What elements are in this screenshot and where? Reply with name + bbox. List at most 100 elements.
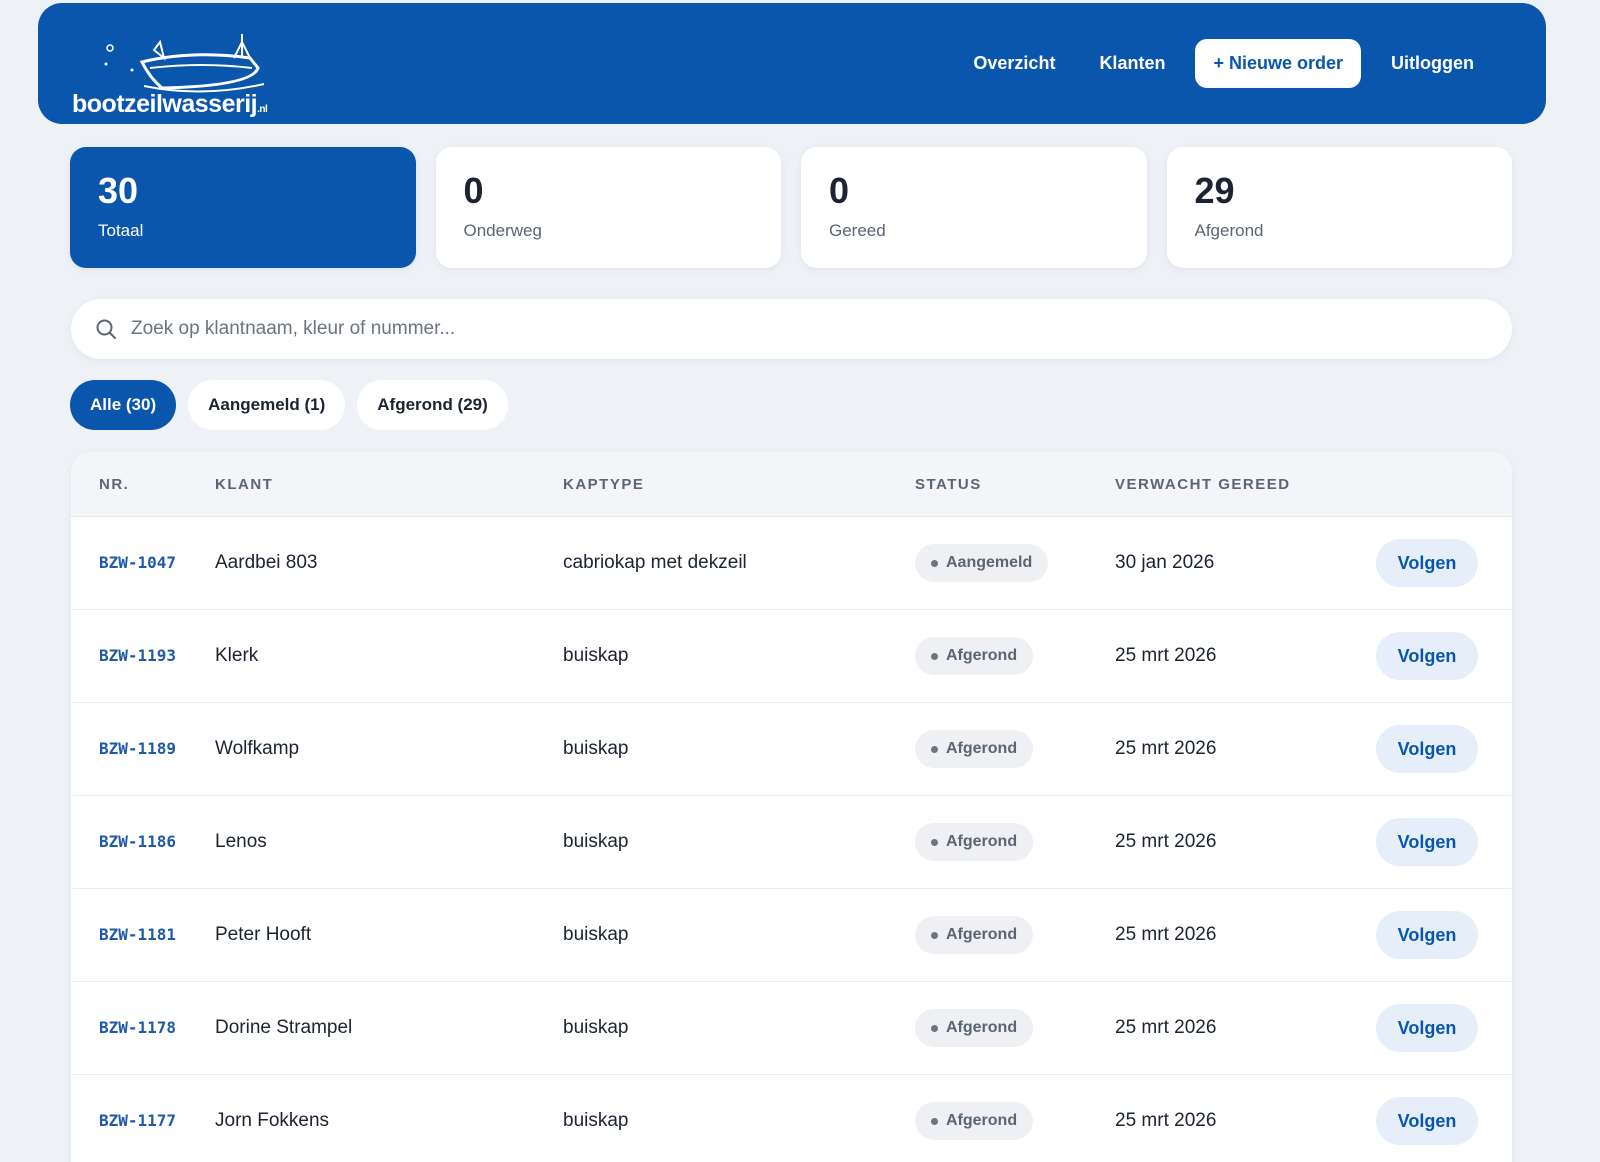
status-badge: Aangemeld: [915, 544, 1049, 582]
status-badge: Afgerond: [915, 916, 1034, 954]
table-row[interactable]: BZW-1178 Dorine Strampel buiskap Afgeron…: [71, 982, 1512, 1075]
follow-button[interactable]: Volgen: [1376, 1097, 1478, 1145]
filter-afgerond[interactable]: Afgerond (29): [357, 380, 508, 430]
main-nav: Overzicht Klanten + Nieuwe order Uitlogg…: [951, 39, 1496, 88]
table-row[interactable]: BZW-1189 Wolfkamp buiskap Afgerond 25 mr…: [71, 703, 1512, 796]
status-dot-icon: [931, 838, 938, 846]
status-label: Afgerond: [946, 647, 1018, 664]
follow-button[interactable]: Volgen: [1376, 539, 1478, 587]
col-header-gereed[interactable]: VERWACHT GEREED: [1115, 476, 1349, 493]
cover-type: buiskap: [563, 738, 629, 759]
status-badge: Afgerond: [915, 1009, 1034, 1047]
cover-type: buiskap: [563, 924, 629, 945]
stat-value: 0: [463, 170, 484, 211]
cover-type: buiskap: [563, 1110, 629, 1131]
follow-button[interactable]: Volgen: [1376, 911, 1478, 959]
cover-type: buiskap: [563, 831, 629, 852]
customer-name: Peter Hooft: [215, 924, 312, 945]
order-number[interactable]: BZW-1189: [99, 739, 176, 758]
table-row[interactable]: BZW-1047 Aardbei 803 cabriokap met dekze…: [71, 517, 1512, 610]
status-badge: Afgerond: [915, 1102, 1034, 1140]
table-row[interactable]: BZW-1193 Klerk buiskap Afgerond 25 mrt 2…: [71, 610, 1512, 703]
follow-button[interactable]: Volgen: [1376, 1004, 1478, 1052]
customer-name: Dorine Strampel: [215, 1017, 353, 1038]
status-dot-icon: [931, 931, 938, 939]
filter-alle[interactable]: Alle (30): [70, 380, 177, 430]
cover-type: buiskap: [563, 1017, 629, 1038]
status-label: Afgerond: [946, 740, 1018, 757]
nav-overzicht[interactable]: Overzicht: [951, 53, 1077, 74]
table-row[interactable]: BZW-1181 Peter Hooft buiskap Afgerond 25…: [71, 889, 1512, 982]
customer-name: Jorn Fokkens: [215, 1110, 330, 1131]
follow-button[interactable]: Volgen: [1376, 725, 1478, 773]
status-dot-icon: [931, 1024, 938, 1032]
status-dot-icon: [931, 1117, 938, 1125]
expected-date: 25 mrt 2026: [1115, 1110, 1217, 1131]
logo-suffix: .nl: [257, 103, 268, 115]
new-order-button[interactable]: + Nieuwe order: [1195, 39, 1361, 88]
filter-chips: Alle (30) Aangemeld (1) Afgerond (29): [70, 380, 508, 430]
col-header-klant[interactable]: KLANT: [215, 476, 563, 493]
order-number[interactable]: BZW-1047: [99, 553, 176, 572]
search-input[interactable]: [131, 318, 1431, 340]
expected-date: 25 mrt 2026: [1115, 924, 1217, 945]
status-label: Afgerond: [946, 833, 1018, 850]
col-header-nr[interactable]: NR.: [71, 476, 215, 493]
stat-card-afgerond[interactable]: 29 Afgerond: [1166, 147, 1512, 268]
brand-logo[interactable]: bootzeilwasserij.nl: [72, 14, 302, 118]
status-dot-icon: [931, 559, 938, 567]
expected-date: 25 mrt 2026: [1115, 831, 1217, 852]
order-number[interactable]: BZW-1178: [99, 1018, 176, 1037]
boat-icon: [104, 33, 265, 92]
logo-wordmark: bootzeilwasserij: [72, 89, 258, 118]
table-header: NR. KLANT KAPTYPE STATUS VERWACHT GEREED: [71, 452, 1512, 517]
stats-row: 30 Totaal 0 Onderweg 0 Gereed 29 Afgeron…: [70, 147, 1512, 268]
status-dot-icon: [931, 652, 938, 660]
expected-date: 25 mrt 2026: [1115, 645, 1217, 666]
stat-label: Afgerond: [1194, 221, 1264, 240]
customer-name: Lenos: [215, 831, 267, 852]
customer-name: Klerk: [215, 645, 259, 666]
status-label: Afgerond: [946, 926, 1018, 943]
order-number[interactable]: BZW-1177: [99, 1111, 176, 1130]
orders-table: NR. KLANT KAPTYPE STATUS VERWACHT GEREED…: [71, 452, 1512, 1162]
status-badge: Afgerond: [915, 823, 1034, 861]
stat-label: Gereed: [829, 221, 886, 240]
stat-value: 0: [829, 170, 850, 211]
logo-text: bootzeilwasserij.nl: [72, 89, 268, 119]
stat-label: Totaal: [98, 221, 144, 240]
expected-date: 25 mrt 2026: [1115, 1017, 1217, 1038]
order-number[interactable]: BZW-1186: [99, 832, 176, 851]
order-number[interactable]: BZW-1181: [99, 925, 176, 944]
search-icon: [96, 319, 116, 339]
customer-name: Aardbei 803: [215, 552, 318, 573]
status-label: Afgerond: [946, 1112, 1018, 1129]
nav-klanten[interactable]: Klanten: [1077, 53, 1187, 74]
stat-card-onderweg[interactable]: 0 Onderweg: [435, 147, 781, 268]
filter-aangemeld[interactable]: Aangemeld (1): [188, 380, 346, 430]
stat-value: 30: [98, 170, 139, 211]
col-header-kaptype[interactable]: KAPTYPE: [563, 476, 915, 493]
status-dot-icon: [931, 745, 938, 753]
stat-label: Onderweg: [463, 221, 542, 240]
app-header: bootzeilwasserij.nl Overzicht Klanten + …: [38, 3, 1546, 124]
stat-card-totaal[interactable]: 30 Totaal: [70, 147, 416, 268]
expected-date: 30 jan 2026: [1115, 552, 1215, 573]
stat-value: 29: [1194, 170, 1235, 211]
status-badge: Afgerond: [915, 637, 1034, 675]
table-row[interactable]: BZW-1186 Lenos buiskap Afgerond 25 mrt 2…: [71, 796, 1512, 889]
customer-name: Wolfkamp: [215, 738, 300, 759]
table-row[interactable]: BZW-1177 Jorn Fokkens buiskap Afgerond 2…: [71, 1075, 1512, 1162]
stat-card-gereed[interactable]: 0 Gereed: [801, 147, 1147, 268]
expected-date: 25 mrt 2026: [1115, 738, 1217, 759]
cover-type: buiskap: [563, 645, 629, 666]
order-number[interactable]: BZW-1193: [99, 646, 176, 665]
status-label: Afgerond: [946, 1019, 1018, 1036]
col-header-status[interactable]: STATUS: [915, 476, 1115, 493]
logout-link[interactable]: Uitloggen: [1369, 53, 1496, 74]
follow-button[interactable]: Volgen: [1376, 632, 1478, 680]
follow-button[interactable]: Volgen: [1376, 818, 1478, 866]
status-badge: Afgerond: [915, 730, 1034, 768]
cover-type: cabriokap met dekzeil: [563, 552, 747, 573]
search-bar: [71, 299, 1512, 359]
